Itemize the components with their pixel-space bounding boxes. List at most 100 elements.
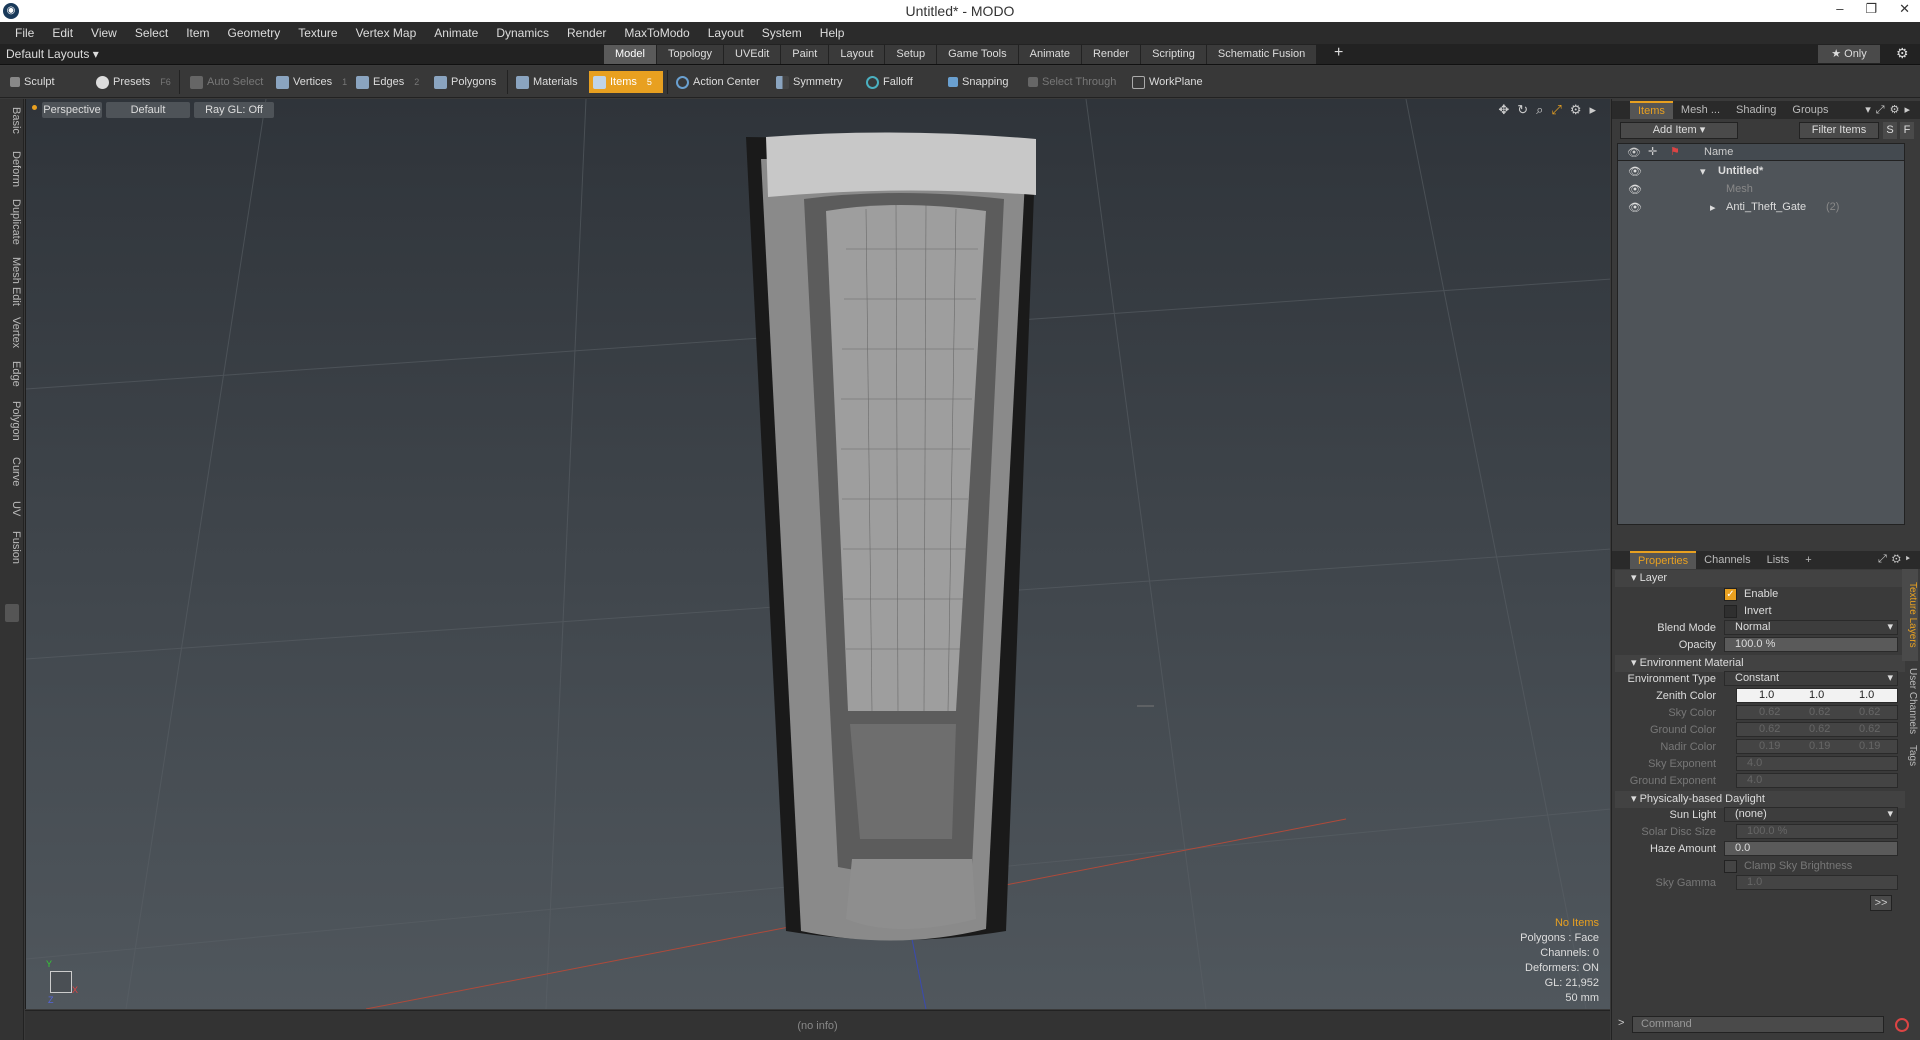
restore-button[interactable]: ❐ (1865, 1, 1877, 17)
clamp-sky-checkbox[interactable] (1724, 860, 1737, 873)
tab-vertex[interactable]: Vertex (2, 317, 22, 348)
edges-button[interactable]: Edges 2 (352, 71, 428, 93)
visibility-eye-icon[interactable]: 👁 (1628, 165, 1642, 178)
layer-section[interactable]: ▾ Layer (1615, 570, 1905, 587)
menu-render[interactable]: Render (558, 26, 615, 40)
record-icon[interactable] (1895, 1018, 1909, 1032)
tab-items[interactable]: Items (1630, 101, 1673, 119)
menu-texture[interactable]: Texture (289, 26, 346, 40)
tab-fusion[interactable]: Fusion (2, 531, 22, 564)
command-input[interactable]: Command (1632, 1016, 1884, 1033)
menu-help[interactable]: Help (811, 26, 854, 40)
tab-edge[interactable]: Edge (2, 361, 22, 387)
sky-gamma-field[interactable]: 1.0 (1736, 875, 1898, 890)
environment-material-section[interactable]: ▾ Environment Material (1615, 655, 1905, 672)
shading-dropdown[interactable]: Default (106, 102, 190, 118)
3d-viewport[interactable]: Perspective Default Ray GL: Off ✥ ↻ ⌕ ⤢ … (25, 99, 1610, 1009)
tab-model[interactable]: Model (604, 45, 656, 64)
visibility-eye-icon[interactable]: 👁 (1628, 183, 1642, 196)
falloff-button[interactable]: Falloff (862, 71, 934, 93)
sculpt-button[interactable]: Sculpt (6, 71, 86, 93)
panel-controls-icon[interactable]: ▾⤢⚙▸ (1865, 103, 1915, 117)
presets-button[interactable]: Presets F6 (92, 71, 172, 93)
select-through-button[interactable]: Select Through (1024, 71, 1124, 93)
viewport-options-icon[interactable] (32, 105, 37, 110)
tab-uv[interactable]: UV (2, 501, 22, 516)
tab-uvedit[interactable]: UVEdit (724, 45, 781, 64)
enable-checkbox[interactable]: ✓ (1724, 588, 1737, 601)
tab-properties[interactable]: Properties (1630, 551, 1697, 569)
tab-polygon[interactable]: Polygon (2, 401, 22, 441)
haze-amount-field[interactable]: 0.0 (1724, 841, 1898, 856)
raygl-toggle[interactable]: Ray GL: Off (194, 102, 274, 118)
rotate-icon[interactable]: ↻ (1517, 102, 1528, 118)
symmetry-button[interactable]: Symmetry (772, 71, 852, 93)
tab-mesh-edit[interactable]: Mesh Edit (2, 257, 22, 306)
tab-channels[interactable]: Channels (1696, 551, 1758, 569)
menu-dynamics[interactable]: Dynamics (487, 26, 558, 40)
item-list[interactable]: 👁 ✛ ⚑ Name 👁 ▾ Untitled* 👁 Mesh 👁 ▸ Anti… (1617, 143, 1905, 525)
action-center-button[interactable]: Action Center (672, 71, 764, 93)
auto-select-button[interactable]: Auto Select (186, 71, 266, 93)
expand-arrow-icon[interactable]: ▸ (1589, 102, 1596, 118)
f-button[interactable]: F (1900, 122, 1914, 139)
tab-game-tools[interactable]: Game Tools (937, 45, 1018, 64)
list-item[interactable]: 👁 ▾ Untitled* (1618, 163, 1904, 181)
polygons-button[interactable]: Polygons (430, 71, 502, 93)
menu-system[interactable]: System (753, 26, 811, 40)
list-item[interactable]: 👁 Mesh (1618, 181, 1904, 199)
tab-curve[interactable]: Curve (2, 457, 22, 486)
zenith-color-field[interactable]: 1.0 1.0 1.0 (1736, 688, 1898, 703)
tab-animate[interactable]: Animate (1018, 45, 1081, 64)
tab-mesh[interactable]: Mesh ... (1673, 101, 1728, 119)
tab-topology[interactable]: Topology (656, 45, 724, 64)
menu-select[interactable]: Select (126, 26, 177, 40)
tab-schematic-fusion[interactable]: Schematic Fusion (1206, 45, 1317, 64)
nadir-color-field[interactable]: 0.19 0.19 0.19 (1736, 739, 1898, 754)
menu-geometry[interactable]: Geometry (219, 26, 290, 40)
add-item-button[interactable]: Add Item ▾ (1620, 122, 1738, 139)
viewport-settings-icon[interactable]: ⚙ (1570, 102, 1582, 118)
tab-groups[interactable]: Groups (1784, 101, 1836, 119)
daylight-section[interactable]: ▾ Physically-based Daylight (1615, 791, 1905, 808)
tab-user-channels[interactable]: User Channels (1902, 664, 1918, 738)
menu-file[interactable]: File (6, 26, 43, 40)
visibility-eye-icon[interactable]: 👁 (1628, 201, 1642, 214)
expand-arrow-icon[interactable]: ▸ (1710, 201, 1716, 214)
tab-shading[interactable]: Shading (1728, 101, 1784, 119)
minimize-button[interactable]: – (1836, 1, 1843, 17)
menu-item[interactable]: Item (177, 26, 218, 40)
close-button[interactable]: ✕ (1899, 1, 1910, 17)
list-item[interactable]: 👁 ▸ Anti_Theft_Gate (2) (1618, 199, 1904, 217)
workplane-button[interactable]: WorkPlane (1128, 71, 1208, 93)
tab-lists[interactable]: Lists (1759, 551, 1798, 569)
menu-animate[interactable]: Animate (425, 26, 487, 40)
sun-light-select[interactable]: (none) ▾ (1724, 807, 1898, 822)
panel-controls-icon[interactable]: ⤢⚙▸ (1878, 553, 1915, 566)
filter-items-field[interactable]: Filter Items (1799, 122, 1879, 139)
s-button[interactable]: S (1883, 122, 1897, 139)
add-tab-button[interactable]: + (1797, 551, 1819, 569)
add-tab-button[interactable]: + (1334, 44, 1343, 62)
tab-basic[interactable]: Basic (2, 107, 22, 134)
invert-checkbox[interactable] (1724, 605, 1737, 618)
tab-texture-layers[interactable]: Texture Layers (1902, 569, 1918, 661)
sky-exponent-field[interactable]: 4.0 (1736, 756, 1898, 771)
vertices-button[interactable]: Vertices 1 (272, 71, 348, 93)
tab-paint[interactable]: Paint (781, 45, 829, 64)
items-button[interactable]: Items 5 (589, 71, 663, 93)
pan-icon[interactable]: ✥ (1498, 102, 1509, 118)
ground-color-field[interactable]: 0.62 0.62 0.62 (1736, 722, 1898, 737)
menu-vertex-map[interactable]: Vertex Map (347, 26, 426, 40)
solar-disc-field[interactable]: 100.0 % (1736, 824, 1898, 839)
sky-color-field[interactable]: 0.62 0.62 0.62 (1736, 705, 1898, 720)
ground-exponent-field[interactable]: 4.0 (1736, 773, 1898, 788)
tab-setup[interactable]: Setup (885, 45, 937, 64)
tab-deform[interactable]: Deform (2, 151, 22, 187)
only-toggle[interactable]: ★ Only (1818, 45, 1880, 63)
menu-view[interactable]: View (82, 26, 126, 40)
more-button[interactable]: >> (1870, 895, 1892, 911)
environment-type-select[interactable]: Constant ▾ (1724, 671, 1898, 686)
tab-duplicate[interactable]: Duplicate (2, 199, 22, 245)
blend-mode-select[interactable]: Normal ▾ (1724, 620, 1898, 635)
